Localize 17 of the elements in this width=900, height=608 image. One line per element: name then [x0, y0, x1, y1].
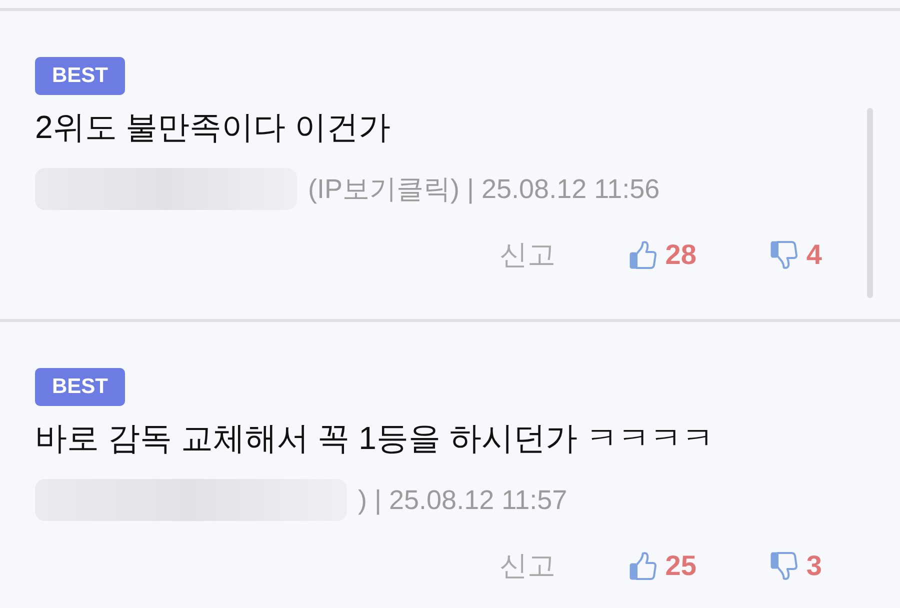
like-button[interactable]: 28	[629, 236, 696, 274]
report-button[interactable]: 신고	[499, 236, 556, 274]
comment-meta: ) | 25.08.12 11:57	[358, 484, 568, 517]
comment-text: 2위도 불만족이다 이건가	[35, 108, 391, 147]
comment-text: 바로 감독 교체해서 꼭 1등을 하시던가 ㅋㅋㅋㅋ	[35, 419, 714, 458]
comment-meta: (IP보기클릭) | 25.08.12 11:56	[308, 173, 660, 206]
thumbs-up-icon	[629, 551, 658, 581]
thumbs-up-icon	[629, 240, 658, 270]
scrollbar-thumb[interactable]	[867, 108, 873, 298]
like-button[interactable]: 25	[629, 547, 696, 585]
best-badge: BEST	[35, 57, 126, 95]
report-button[interactable]: 신고	[499, 547, 556, 585]
dislike-button[interactable]: 4	[770, 236, 822, 274]
dislike-button[interactable]: 3	[770, 547, 822, 585]
best-badge: BEST	[35, 368, 126, 406]
thumbs-down-icon	[770, 551, 798, 581]
thumbs-down-icon	[770, 240, 798, 270]
